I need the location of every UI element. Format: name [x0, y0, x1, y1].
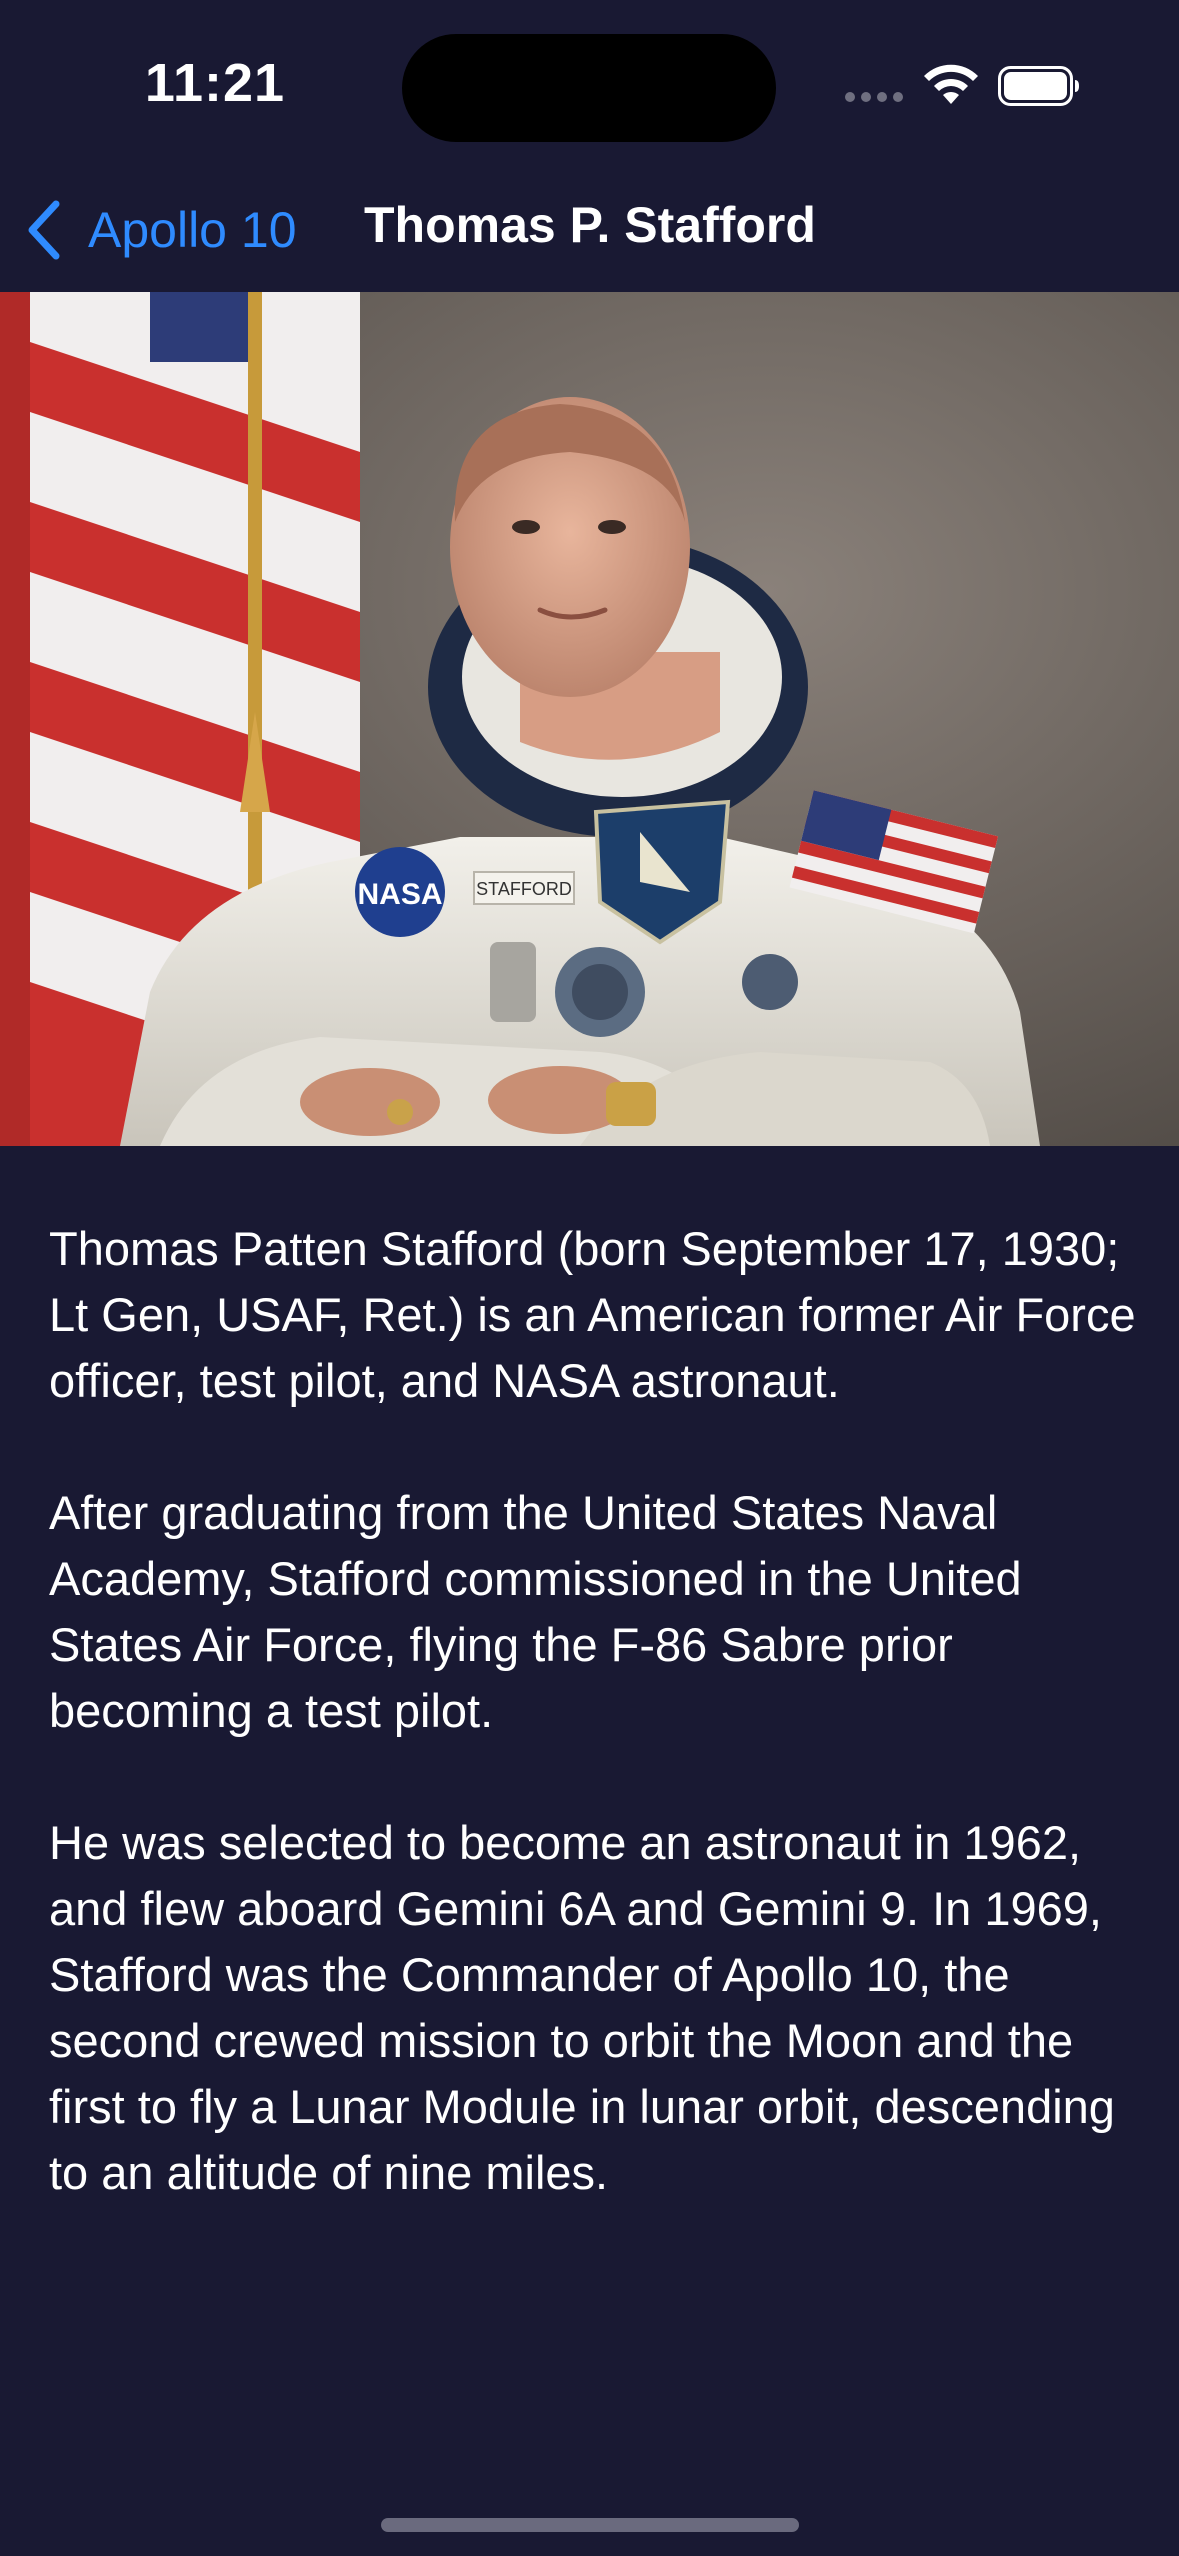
svg-text:STAFFORD: STAFFORD — [476, 879, 572, 899]
chevron-left-icon — [28, 200, 60, 260]
astronaut-portrait-image: NASA STAFFORD — [0, 292, 1179, 1146]
battery-icon — [998, 66, 1079, 106]
status-bar: 11:21 — [0, 0, 1179, 170]
back-button-label: Apollo 10 — [88, 202, 297, 258]
home-indicator[interactable] — [381, 2518, 799, 2532]
navigation-bar: Apollo 10 Thomas P. Stafford — [0, 170, 1179, 292]
bio-paragraph: He was selected to become an astronaut i… — [49, 1816, 1115, 2199]
status-time: 11:21 — [144, 53, 286, 113]
back-button[interactable]: Apollo 10 — [24, 192, 297, 268]
bio-paragraph: After graduating from the United States … — [49, 1486, 1022, 1737]
cellular-signal-icon — [845, 92, 905, 104]
svg-text:NASA: NASA — [357, 878, 442, 911]
dynamic-island — [402, 34, 776, 142]
page-title: Thomas P. Stafford — [364, 197, 816, 253]
wifi-icon — [924, 64, 978, 104]
biography: Thomas Patten Stafford (born September 1… — [49, 1216, 1139, 2272]
screen: 11:21 Apollo 10 Thomas P. Stafford NASA … — [0, 0, 1179, 2556]
bio-paragraph: Thomas Patten Stafford (born September 1… — [49, 1222, 1136, 1407]
